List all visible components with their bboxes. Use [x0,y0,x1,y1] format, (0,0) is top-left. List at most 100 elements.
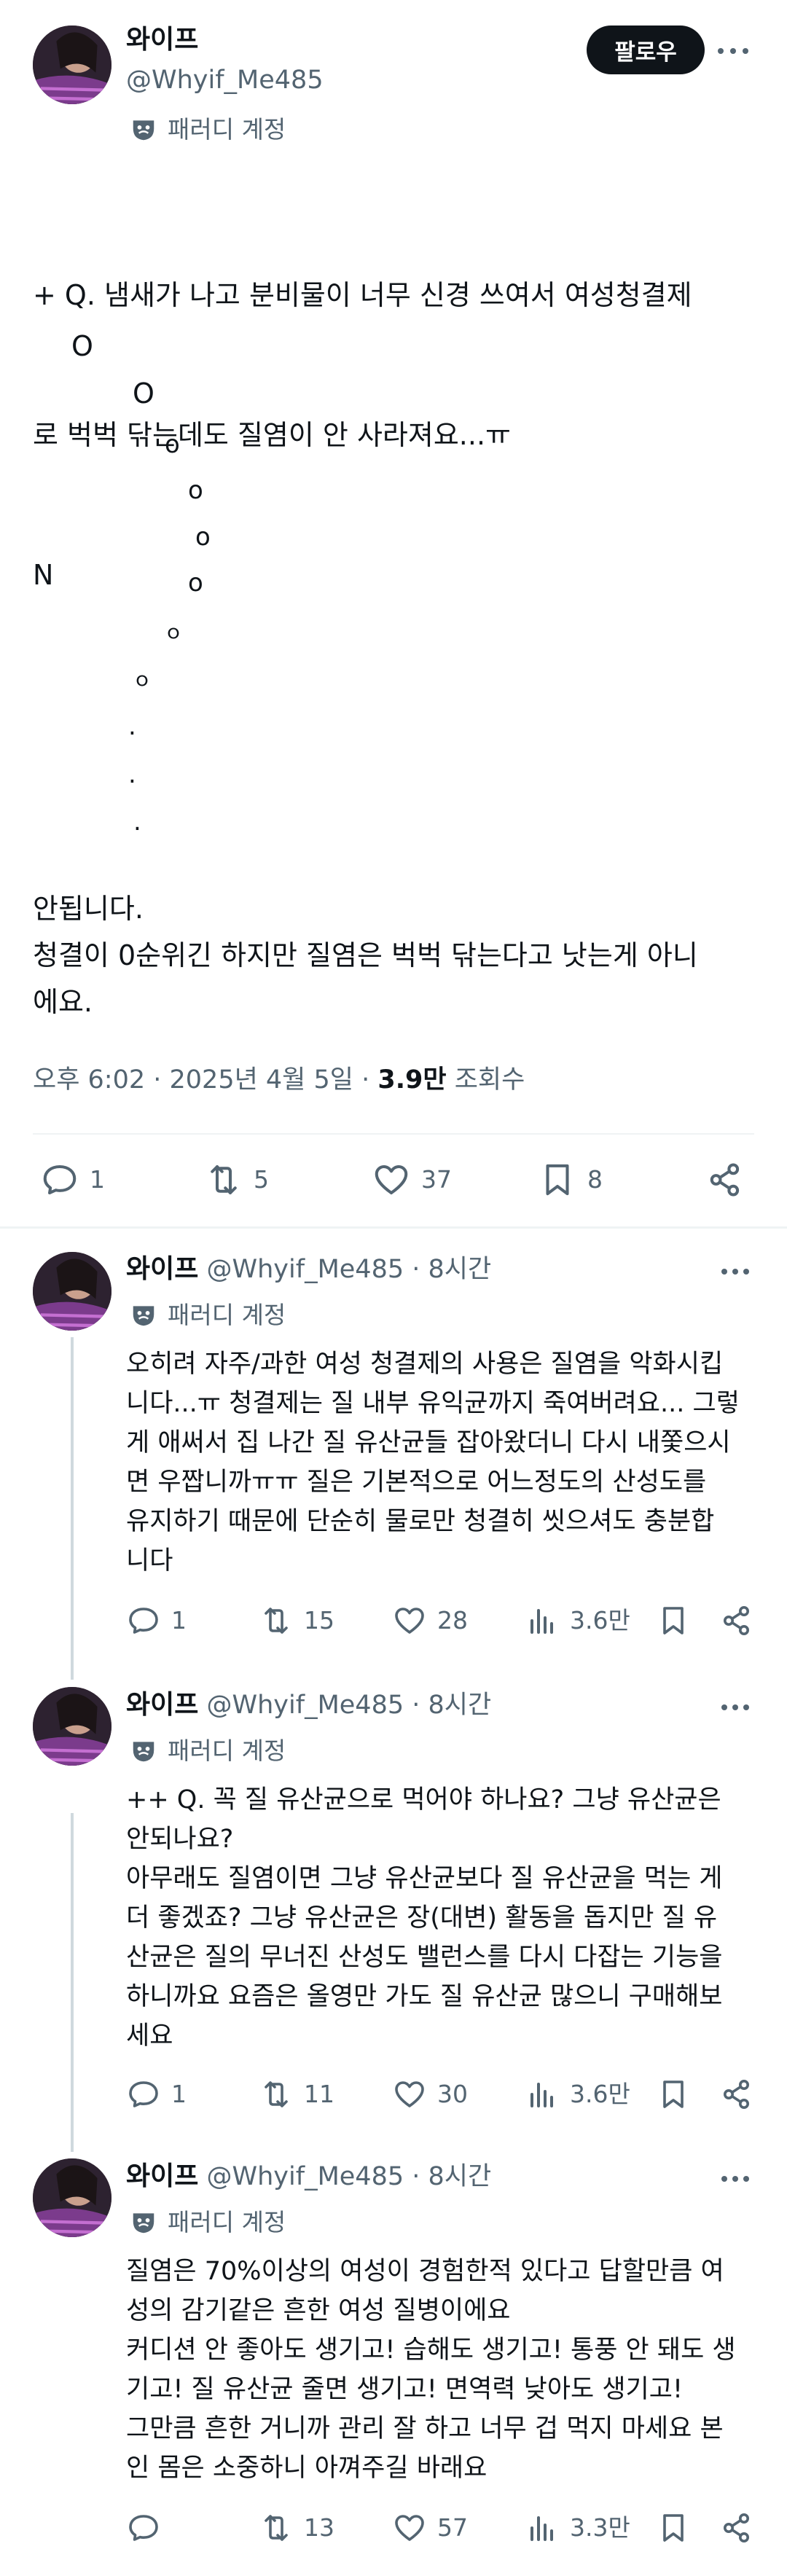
bookmark-icon [546,1164,569,1196]
reply-text: 오히려 자주/과한 여성 청결제의 사용은 질염을 악화시킵 니다...ㅠ 청결… [126,1344,760,1581]
post-text-line: + Q. 냄새가 나고 분비물이 너무 신경 쓰여서 여성청결제 [33,279,692,311]
o-char: ｏ [164,622,184,643]
author-handle[interactable]: @Whyif_Me485 [126,64,324,96]
bookmark-count: 8 [587,1165,603,1194]
more-options-icon[interactable] [721,1700,758,1715]
repost-button[interactable]: 13 [259,2510,334,2545]
reply-text-line: 오히려 자주/과한 여성 청결제의 사용은 질염을 악화시킵 [126,1350,724,1379]
author-handle[interactable]: @Whyif_Me485 [207,1255,404,1284]
views-count: 3.9만 [377,1065,447,1095]
repost-icon [265,1608,288,1634]
reply-button[interactable]: 1 [126,2077,187,2112]
divider [33,1133,754,1135]
views-button[interactable]: 3.6만 [525,2077,630,2112]
reply-text-line: 니다 [126,1546,173,1575]
repost-button[interactable]: 11 [259,2077,334,2112]
post-text-line: 안됩니다. [33,893,144,925]
parody-label: 패러디 계정 [168,1301,286,1329]
reply-text-line: 아무래도 질염이면 그냥 유산균보다 질 유산균을 먹는 게 [126,1864,723,1893]
analytics-icon [530,2516,553,2541]
o-char: O [133,377,154,410]
reply-header: 와이프 @Whyif_Me485 · 8시간 [126,2161,492,2191]
share-button[interactable] [719,1603,754,1638]
post-time[interactable]: 오후 6:02 [33,1065,145,1095]
author-name[interactable]: 와이프 [126,1690,198,1720]
author-handle[interactable]: @Whyif_Me485 [207,2162,404,2191]
avatar[interactable] [33,1687,111,1766]
post-text: + Q. 냄새가 나고 분비물이 너무 신경 쓰여서 여성청결제 로 벅벅 닦는… [33,179,761,692]
share-button[interactable] [719,2077,754,2112]
reply-text-line: 질염은 70%이상의 여성이 경험한적 있다고 답할만큼 여 [126,2257,724,2286]
o-char: o [188,568,203,598]
reply-count: 1 [171,1606,187,1635]
parody-mask-icon [130,1737,157,1765]
avatar[interactable] [33,26,111,104]
heart-icon [395,2081,424,2107]
reply-text: 질염은 70%이상의 여성이 경험한적 있다고 답할만큼 여 성의 감기같은 흔… [126,2252,760,2488]
author-name[interactable]: 와이프 [126,2161,198,2191]
heart-icon [395,1608,424,1634]
views-button[interactable]: 3.3만 [525,2510,630,2545]
more-options-icon[interactable] [721,1264,758,1279]
avatar[interactable] [33,2158,111,2237]
views-button[interactable]: 3.6만 [525,1603,630,1638]
reply-button[interactable]: 1 [126,1603,187,1638]
share-icon [724,2513,749,2542]
share-button[interactable] [719,2510,754,2545]
avatar[interactable] [33,1252,111,1331]
reply-icon [129,1608,158,1634]
bookmark-button[interactable] [656,2510,691,2545]
more-options-icon[interactable] [718,44,754,58]
heart-icon [375,1164,408,1195]
like-button[interactable]: 30 [392,2077,468,2112]
views-count: 3.6만 [570,1606,630,1635]
author-handle[interactable]: @Whyif_Me485 [207,1691,404,1720]
views-count: 3.3만 [570,2513,630,2542]
bookmark-button[interactable] [656,2077,691,2112]
reply-text: ++ Q. 꼭 질 유산균으로 먹어야 하나요? 그냥 유산균은 안되나요? 아… [126,1780,760,2056]
time-ago[interactable]: 8시간 [428,1691,492,1720]
time-ago[interactable]: 8시간 [428,1255,492,1284]
share-button[interactable] [705,1160,745,1199]
bookmark-icon [663,1607,684,1635]
parody-mask-icon [130,1301,157,1329]
author-name[interactable]: 와이프 [126,24,198,56]
author-name[interactable]: 와이프 [126,1254,198,1284]
analytics-icon [530,1609,553,1634]
follow-button[interactable]: 팔로우 [587,26,705,74]
post-text-line: 청결이 0순위긴 하지만 질염은 벅벅 닦는다고 낫는게 아니 [33,939,698,971]
like-button[interactable]: 28 [392,1603,468,1638]
repost-button[interactable]: 15 [259,1603,334,1638]
parody-badge: 패러디 계정 [130,115,286,144]
divider [0,1226,787,1229]
bookmark-button[interactable]: 8 [538,1160,603,1199]
reply-text-line: 니다...ㅠ 청결제는 질 내부 유익균까지 죽여버려요... 그렇 [126,1389,740,1418]
post-date[interactable]: 2025년 4월 5일 [170,1065,353,1095]
post-text-line: 에요. [33,986,93,1018]
reply-header: 와이프 @Whyif_Me485 · 8시간 [126,1254,492,1284]
views-label: 조회수 [454,1065,525,1095]
parody-label: 패러디 계정 [168,1737,286,1765]
parody-badge: 패러디 계정 [130,1737,286,1766]
reply-icon [129,2081,158,2107]
reply-count: 1 [171,2080,187,2108]
reply-button[interactable] [126,2510,171,2545]
reply-text-line: 안되나요? [126,1825,234,1854]
more-options-icon[interactable] [721,2172,758,2186]
share-icon [724,2080,749,2109]
time-ago[interactable]: 8시간 [428,2162,492,2191]
post-text-line: 로 벅벅 닦는데도 질염이 안 사라져요...ㅠ [33,419,511,451]
repost-icon [211,1164,237,1195]
reply-count: 1 [90,1165,105,1194]
reply-text-line: 성의 감기같은 흔한 여성 질병이에요 [126,2296,511,2325]
reply-text-line: 게 애써서 집 나간 질 유산균들 잡아왔더니 다시 내쫓으시 [126,1428,731,1457]
heart-icon [395,2515,424,2541]
repost-count: 11 [304,2080,334,2108]
reply-button[interactable]: 1 [40,1160,105,1199]
repost-icon [265,2081,288,2107]
reply-text-line: 면 우짭니까ㅠㅠ 질은 기본적으로 어느정도의 산성도를 [126,1468,707,1497]
like-button[interactable]: 57 [392,2510,468,2545]
bookmark-button[interactable] [656,1603,691,1638]
like-button[interactable]: 37 [372,1160,452,1199]
repost-button[interactable]: 5 [204,1160,269,1199]
